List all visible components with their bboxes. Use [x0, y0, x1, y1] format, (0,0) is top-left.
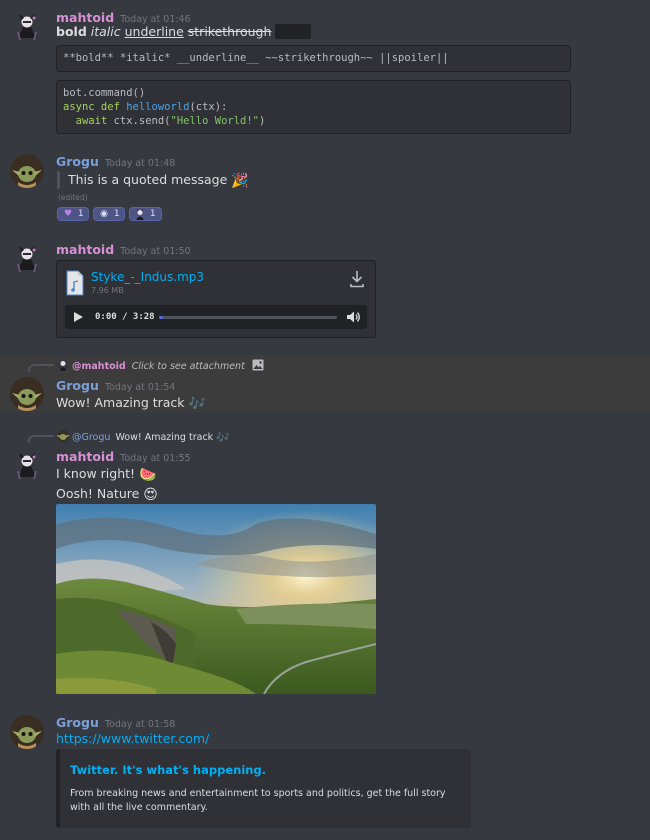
reply-mention[interactable]: @Grogu: [72, 432, 110, 443]
mahtoid-avatar[interactable]: [10, 449, 44, 483]
mahtoid-avatar[interactable]: [10, 10, 44, 44]
username[interactable]: Grogu: [56, 153, 99, 171]
blockquote-bar: [57, 171, 60, 189]
party-popper-icon: 🎉: [231, 173, 249, 189]
formatted-text: bold italic underline strikethrough: [56, 23, 312, 41]
timestamp: Today at 01:50: [120, 246, 191, 257]
reply-reference[interactable]: @mahtoid Click to see attachment: [57, 359, 264, 373]
python-code-block: bot.command() async def helloworld(ctx):…: [56, 80, 571, 134]
audio-file-icon: [66, 270, 84, 296]
mahtoid-avatar-icon: [133, 208, 147, 220]
volume-icon[interactable]: [346, 310, 361, 324]
eye-icon: ◉: [100, 209, 108, 219]
reaction-mahtoid-avatar[interactable]: 1: [129, 207, 162, 221]
embed-description: From breaking news and entertainment to …: [70, 788, 446, 813]
quoted-message: This is a quoted message 🎉: [68, 171, 249, 189]
file-size: 7.96 MB: [91, 286, 124, 295]
link-embed: Twitter. It's what's happening. From bre…: [56, 749, 471, 828]
reply-preview: Wow! Amazing track: [115, 432, 214, 443]
grogu-avatar[interactable]: [10, 154, 44, 188]
inline-code-block: **bold** *italic* __underline__ ~~strike…: [56, 45, 571, 72]
reaction-purple-heart[interactable]: ♥ 1: [57, 207, 89, 221]
file-name-link[interactable]: Styke_-_Indus.mp3: [91, 270, 204, 284]
grogu-avatar[interactable]: [10, 715, 44, 749]
message-line: I know right! 🍉: [56, 465, 156, 483]
username[interactable]: mahtoid: [56, 448, 114, 466]
code-line-1: bot.command(): [63, 87, 146, 99]
nature-photo[interactable]: [56, 504, 376, 694]
reply-connector: [28, 435, 54, 443]
mahtoid-mini-avatar: [57, 359, 69, 371]
purple-heart-icon: ♥: [63, 209, 73, 219]
reaction-count: 1: [113, 209, 120, 219]
markdown-code-line: **bold** *italic* __underline__ ~~strike…: [63, 52, 449, 64]
message-body: Oosh! Nature: [56, 486, 140, 501]
reply-mention[interactable]: @mahtoid: [72, 361, 126, 372]
player-time: 0:00 / 3:28: [95, 312, 155, 322]
embed-title[interactable]: Twitter. It's what's happening.: [70, 763, 266, 777]
reply-preview: Click to see attachment: [131, 361, 245, 372]
mahtoid-avatar[interactable]: [10, 242, 44, 276]
musical-notes-icon: 🎶: [188, 396, 206, 412]
reaction-count: 1: [77, 209, 84, 219]
image-icon: [252, 359, 264, 371]
grogu-mini-avatar: [57, 430, 69, 442]
strikethrough-text: strikethrough: [187, 24, 272, 39]
reply-reference[interactable]: @Grogu Wow! Amazing track 🎶: [57, 430, 230, 445]
underline-text: underline: [124, 24, 184, 39]
watermelon-icon: 🍉: [139, 467, 157, 483]
username[interactable]: Grogu: [56, 377, 99, 395]
reply-connector: [28, 364, 54, 372]
heart-eyes-icon: 😍: [143, 487, 158, 503]
spoiler[interactable]: [275, 24, 312, 39]
progress-bar[interactable]: [159, 316, 337, 319]
edited-label: (edited): [58, 193, 88, 202]
message-line: Oosh! Nature 😍: [56, 485, 158, 503]
play-icon[interactable]: [72, 311, 84, 323]
username[interactable]: mahtoid: [56, 241, 114, 259]
bold-text: bold: [56, 24, 87, 39]
download-icon[interactable]: [349, 270, 365, 288]
message-body: I know right!: [56, 466, 136, 481]
italic-text: italic: [90, 24, 121, 39]
grogu-avatar[interactable]: [10, 377, 44, 411]
musical-notes-icon: 🎶: [216, 431, 230, 444]
reaction-eye[interactable]: ◉ 1: [93, 207, 125, 221]
audio-player: 0:00 / 3:28: [65, 305, 367, 329]
chat-log: mahtoid Today at 01:46 bold italic underl…: [0, 0, 650, 840]
audio-attachment: Styke_-_Indus.mp3 7.96 MB 0:00 / 3:28: [56, 260, 376, 338]
message-text: Wow! Amazing track 🎶: [56, 394, 206, 412]
message-body: Wow! Amazing track: [56, 395, 185, 410]
reaction-count: 1: [149, 209, 156, 219]
progress-fill: [159, 316, 163, 319]
twitter-link[interactable]: https://www.twitter.com/: [56, 730, 209, 748]
quote-text: This is a quoted message: [68, 172, 228, 187]
